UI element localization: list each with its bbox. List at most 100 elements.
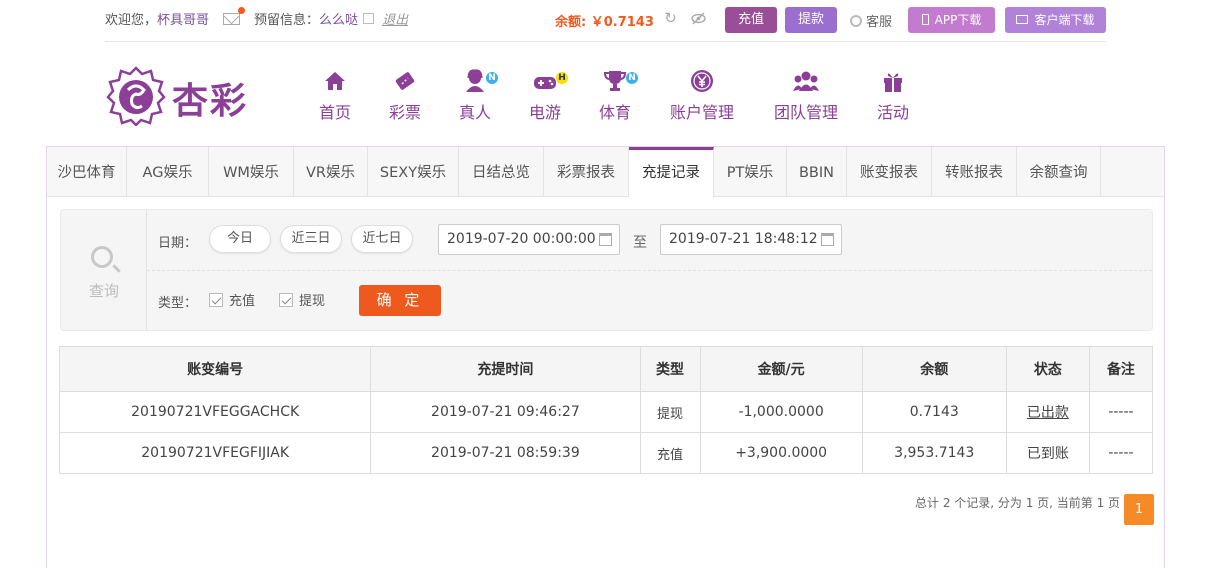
nav-sports[interactable]: N 体育 xyxy=(590,68,640,123)
type-withdraw-checkbox[interactable]: 提现 xyxy=(279,290,325,309)
checkbox-icon xyxy=(209,293,223,307)
confirm-button[interactable]: 确 定 xyxy=(359,285,441,316)
tab-ag[interactable]: AG娱乐 xyxy=(127,147,209,197)
phone-icon xyxy=(921,14,929,25)
type-label: 类型： xyxy=(158,296,198,311)
date-from-value: 2019-07-20 00:00:00 xyxy=(447,231,596,247)
nav-egames[interactable]: H 电游 xyxy=(520,68,570,123)
service-icon xyxy=(850,15,862,27)
logout-link[interactable]: 退出 xyxy=(382,9,408,28)
pagination-summary: 总计 2 个记录, 分为 1 页, 当前第 1 页 xyxy=(915,496,1121,510)
to-label: 至 xyxy=(633,235,647,251)
tab-lottery-report[interactable]: 彩票报表 xyxy=(544,147,629,197)
refresh-icon[interactable]: ↻ xyxy=(663,11,678,26)
tab-saba-sports[interactable]: 沙巴体育 xyxy=(47,147,127,197)
type-withdraw-label: 提现 xyxy=(299,294,326,309)
service-label: 客服 xyxy=(866,15,893,30)
tab-sexy[interactable]: SEXY娱乐 xyxy=(368,147,459,197)
tab-balance-query[interactable]: 余额查询 xyxy=(1017,147,1101,197)
dealer-icon xyxy=(466,69,484,92)
records-panel: 沙巴体育 AG娱乐 WM娱乐 VR娱乐 SEXY娱乐 日结总览 彩票报表 充提记… xyxy=(46,146,1165,568)
logo[interactable]: 杏彩 xyxy=(106,66,266,127)
gamepad-icon xyxy=(534,77,556,89)
tab-account-change-report[interactable]: 账变报表 xyxy=(847,147,932,197)
home-icon xyxy=(325,72,345,90)
ticket-icon xyxy=(395,72,415,90)
transaction-time: 2019-07-21 09:46:27 xyxy=(370,391,641,433)
calendar-icon[interactable] xyxy=(821,233,834,246)
username[interactable]: 杯具哥哥 xyxy=(157,9,209,28)
transaction-status: 已到账 xyxy=(1005,432,1090,474)
col-time: 充提时间 xyxy=(370,346,641,392)
today-button[interactable]: 今日 xyxy=(209,225,271,253)
edit-icon[interactable] xyxy=(363,13,375,24)
balance: 余额: ￥0.7143 xyxy=(555,11,654,30)
page: 欢迎您， 杯具哥哥 预留信息： 么么哒 退出 余额: ￥0.7143 ↻ 充值 … xyxy=(0,0,1225,568)
user-info: 欢迎您， 杯具哥哥 预留信息： 么么哒 退出 xyxy=(105,6,408,28)
col-transaction-id: 账变编号 xyxy=(58,346,372,392)
nav-label: 体育 xyxy=(598,103,631,122)
tab-bbin[interactable]: BBIN xyxy=(787,147,847,197)
nav-badge: N xyxy=(626,72,638,84)
tab-daily-summary[interactable]: 日结总览 xyxy=(459,147,544,197)
logo-text: 杏彩 xyxy=(172,80,249,122)
logo-emblem-icon xyxy=(106,66,166,127)
page-button-current[interactable]: 1 xyxy=(1124,494,1154,525)
eye-hidden-icon[interactable] xyxy=(691,11,706,26)
nav-label: 账户管理 xyxy=(669,103,734,122)
table-row: 20190721VFEGFIJIAK 2019-07-21 08:59:39 充… xyxy=(58,432,1154,474)
query-filter: 查询 日期： 今日 近三日 近七日 2019-07-20 00:00:00 至 … xyxy=(60,209,1153,331)
nav-live[interactable]: N 真人 xyxy=(450,68,500,123)
gift-icon xyxy=(884,73,902,92)
tab-pt[interactable]: PT娱乐 xyxy=(714,147,787,197)
yen-coin-icon xyxy=(691,70,713,92)
nav-home[interactable]: 首页 xyxy=(310,68,360,123)
nav-team[interactable]: 团队管理 xyxy=(765,68,847,123)
nav-badge: H xyxy=(556,72,568,84)
nav-promotions[interactable]: 活动 xyxy=(868,68,918,123)
col-remark: 备注 xyxy=(1088,346,1154,392)
calendar-icon[interactable] xyxy=(599,233,612,246)
type-deposit-checkbox[interactable]: 充值 xyxy=(209,290,255,309)
transaction-type: 提现 xyxy=(639,391,701,433)
message-value: 么么哒 xyxy=(319,13,359,28)
query-section: 查询 xyxy=(61,210,147,330)
nav-label: 团队管理 xyxy=(773,103,838,122)
transaction-status-link[interactable]: 已出款 xyxy=(1005,391,1090,433)
app-download-button[interactable]: APP下载 xyxy=(908,7,995,33)
team-icon xyxy=(793,71,819,91)
transaction-id: 20190721VFEGFIJIAK xyxy=(58,432,372,474)
transaction-balance: 3,953.7143 xyxy=(861,432,1007,474)
col-type: 类型 xyxy=(639,346,701,392)
unread-dot xyxy=(238,6,246,14)
date-from-input[interactable]: 2019-07-20 00:00:00 xyxy=(438,224,620,255)
monitor-icon xyxy=(1016,15,1029,24)
nav-account[interactable]: 账户管理 xyxy=(660,68,744,123)
table-row: 20190721VFEGGACHCK 2019-07-21 09:46:27 提… xyxy=(58,391,1154,433)
table-header-row: 账变编号 充提时间 类型 金额/元 余额 状态 备注 xyxy=(58,346,1154,392)
withdraw-button[interactable]: 提款 xyxy=(785,7,837,33)
col-balance: 余额 xyxy=(861,346,1007,392)
transaction-remark: ----- xyxy=(1088,391,1154,433)
nav-lottery[interactable]: 彩票 xyxy=(380,68,430,123)
deposit-button[interactable]: 充值 xyxy=(725,7,777,33)
tab-vr[interactable]: VR娱乐 xyxy=(294,147,368,197)
tab-transfer-report[interactable]: 转账报表 xyxy=(932,147,1017,197)
search-icon xyxy=(91,246,113,268)
report-tabs: 沙巴体育 AG娱乐 WM娱乐 VR娱乐 SEXY娱乐 日结总览 彩票报表 充提记… xyxy=(47,147,1164,198)
welcome-text: 欢迎您， xyxy=(105,13,158,28)
client-download-label: 客户端下载 xyxy=(1034,13,1095,27)
transaction-time: 2019-07-21 08:59:39 xyxy=(370,432,641,474)
mail-icon[interactable] xyxy=(223,6,246,25)
tab-deposit-withdraw-records[interactable]: 充提记录 xyxy=(629,147,714,198)
col-status: 状态 xyxy=(1005,346,1090,392)
tab-wm[interactable]: WM娱乐 xyxy=(209,147,294,197)
last-7-days-button[interactable]: 近七日 xyxy=(351,225,413,253)
date-row: 日期： 今日 近三日 近七日 2019-07-20 00:00:00 至 201… xyxy=(147,210,1152,271)
transaction-amount: +3,900.0000 xyxy=(699,432,863,474)
last-3-days-button[interactable]: 近三日 xyxy=(280,225,342,253)
nav-label: 电游 xyxy=(528,103,561,122)
client-download-button[interactable]: 客户端下载 xyxy=(1005,7,1106,33)
customer-service-link[interactable]: 客服 xyxy=(850,11,892,30)
date-to-input[interactable]: 2019-07-21 18:48:12 xyxy=(660,224,842,255)
